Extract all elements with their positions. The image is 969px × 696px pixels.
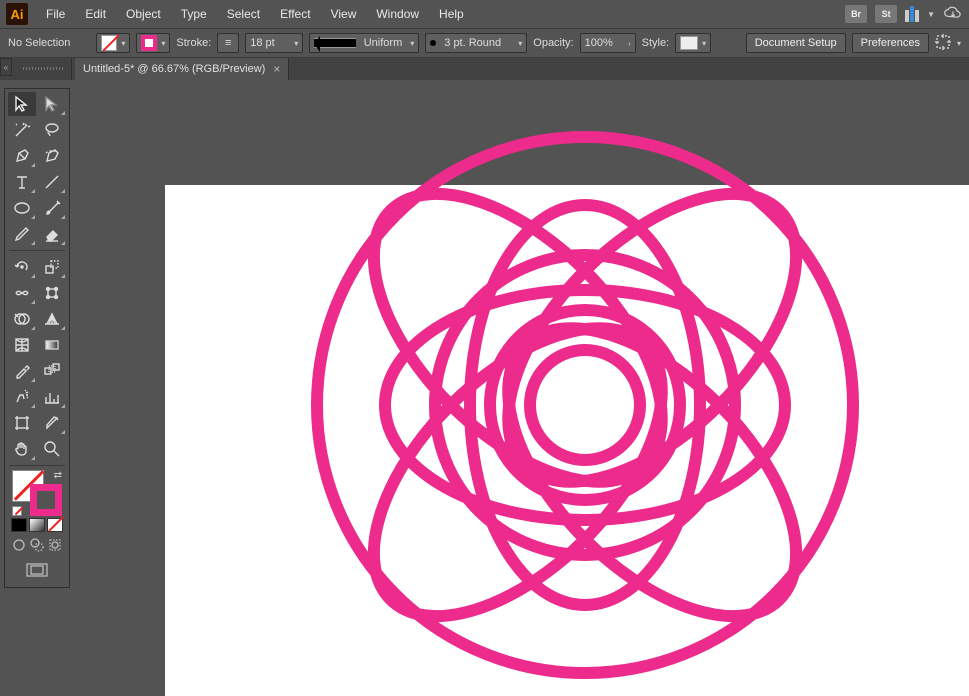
close-tab-icon[interactable]: × [273,62,280,76]
stroke-color-icon [141,35,157,51]
align-to-icon[interactable] [935,34,951,53]
symbol-sprayer-tool[interactable] [8,385,36,409]
selection-tool[interactable] [8,92,36,116]
rotate-tool[interactable] [8,255,36,279]
draw-inside-icon[interactable] [48,538,62,555]
panel-collapse-handle[interactable]: « [0,58,12,76]
default-fill-stroke-icon[interactable] [12,506,22,516]
stock-link-icon[interactable]: St [875,5,897,23]
fill-stroke-indicator[interactable]: ⇄ [12,470,62,516]
lasso-tool[interactable] [38,118,66,142]
style-label: Style: [642,37,670,49]
mesh-tool[interactable] [8,333,36,357]
shape-builder-tool[interactable] [8,307,36,331]
app-menu-bar: Ai File Edit Object Type Select Effect V… [0,0,969,28]
default-style-icon [680,36,698,50]
tools-panel: ⇄ [4,88,70,588]
stroke-swatch-dropdown[interactable]: ▾ [136,33,170,53]
ellipse-tool[interactable] [8,196,36,220]
pencil-tool[interactable] [8,222,36,246]
blend-tool[interactable] [38,359,66,383]
document-setup-button[interactable]: Document Setup [746,33,846,53]
stroke-indicator-icon[interactable] [30,484,62,516]
sync-settings-icon[interactable] [943,6,963,23]
width-tool[interactable] [8,281,36,305]
opacity-input[interactable]: 100%› [580,33,636,53]
line-segment-tool[interactable] [38,170,66,194]
document-tab-title: Untitled-5* @ 66.67% (RGB/Preview) [83,63,265,75]
stroke-width-label: Stroke: [176,37,211,49]
arrange-documents-icon[interactable] [905,6,919,22]
magic-wand-tool[interactable] [8,118,36,142]
stroke-width-value: 18 pt [250,37,274,49]
brush-definition-dropdown[interactable]: 3 pt. Round ▾ [425,33,527,53]
graphic-style-dropdown[interactable]: ▾ [675,33,711,53]
variable-width-profile-dropdown[interactable]: Uniform ▾ [309,33,419,53]
uniform-profile-icon [314,38,355,48]
menu-view[interactable]: View [323,3,365,25]
menu-help[interactable]: Help [431,3,472,25]
eraser-tool[interactable] [38,222,66,246]
scale-tool[interactable] [38,255,66,279]
document-tab[interactable]: Untitled-5* @ 66.67% (RGB/Preview) × [75,58,289,80]
menu-effect[interactable]: Effect [272,3,318,25]
chevron-down-icon[interactable]: ▾ [957,39,961,48]
free-transform-tool[interactable] [38,281,66,305]
menu-file[interactable]: File [38,3,73,25]
control-options-bar: No Selection ▾ ▾ Stroke: ≡ 18 pt▾ Unifor… [0,28,969,58]
brush-name: 3 pt. Round [444,37,501,49]
type-tool[interactable] [8,170,36,194]
draw-normal-icon[interactable] [12,538,26,555]
fill-swatch-dropdown[interactable]: ▾ [96,33,130,53]
app-logo-ai: Ai [6,3,28,25]
opacity-value: 100% [585,37,613,49]
artboard[interactable] [165,185,969,696]
none-fill-mode-icon[interactable] [47,518,63,532]
stroke-panel-link-icon[interactable]: ≡ [217,33,239,53]
preferences-button[interactable]: Preferences [852,33,929,53]
color-fill-mode-icon[interactable] [11,518,27,532]
document-tab-bar: Untitled-5* @ 66.67% (RGB/Preview) × [0,58,969,80]
perspective-grid-tool[interactable] [38,307,66,331]
pen-tool[interactable] [8,144,36,168]
toolbox-grip-icon[interactable] [14,58,72,80]
swap-fill-stroke-icon[interactable]: ⇄ [54,470,62,481]
eyedropper-tool[interactable] [8,359,36,383]
opacity-label: Opacity: [533,37,573,49]
brush-dot-icon [430,40,436,46]
chevron-down-icon[interactable]: ▼ [927,10,935,19]
slice-tool[interactable] [38,411,66,435]
menu-select[interactable]: Select [219,3,268,25]
curvature-tool[interactable] [38,144,66,168]
gradient-fill-mode-icon[interactable] [29,518,45,532]
column-graph-tool[interactable] [38,385,66,409]
selection-status-label: No Selection [8,37,70,49]
profile-name: Uniform [364,37,403,49]
menu-edit[interactable]: Edit [77,3,114,25]
paintbrush-tool[interactable] [38,196,66,220]
menu-type[interactable]: Type [173,3,215,25]
screen-mode-button[interactable] [7,563,67,579]
menu-window[interactable]: Window [368,3,427,25]
bridge-link-icon[interactable]: Br [845,5,867,23]
zoom-tool[interactable] [38,437,66,461]
draw-behind-icon[interactable] [30,538,44,555]
canvas-viewport[interactable]: Ba jin [75,80,969,696]
stroke-width-input[interactable]: 18 pt▾ [245,33,303,53]
no-fill-icon [101,35,117,51]
hand-tool[interactable] [8,437,36,461]
direct-selection-tool[interactable] [38,92,66,116]
artboard-tool[interactable] [8,411,36,435]
gradient-tool[interactable] [38,333,66,357]
menu-object[interactable]: Object [118,3,169,25]
